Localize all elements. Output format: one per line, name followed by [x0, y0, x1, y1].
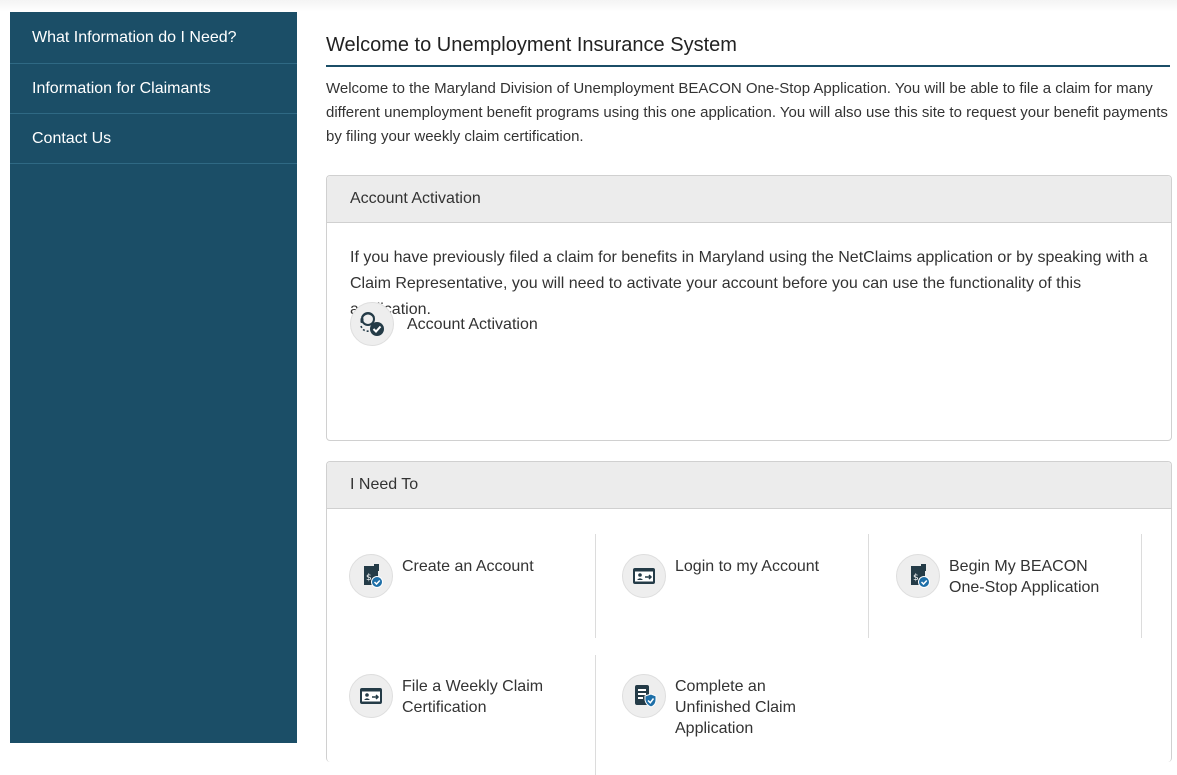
unfinished-claim-icon [622, 674, 666, 718]
create-account-button[interactable]: $ Create an Account [349, 554, 534, 598]
login-label: Login to my Account [675, 558, 820, 575]
weekly-claim-label: File a Weekly Claim Certification [402, 678, 544, 716]
account-activation-label: Account Activation [407, 316, 538, 333]
svg-text:$: $ [366, 573, 372, 583]
login-button[interactable]: Login to my Account [622, 554, 819, 598]
weekly-claim-icon [349, 674, 393, 718]
login-icon [622, 554, 666, 598]
divider [868, 534, 869, 638]
begin-application-button[interactable]: $ Begin My BEACON One-Stop Application [896, 554, 1119, 598]
i-need-to-panel: I Need To $ Create an Account Login to m… [326, 461, 1172, 775]
account-activation-heading: Account Activation [327, 176, 1171, 223]
sidebar-item-what-information[interactable]: What Information do I Need? [10, 12, 297, 64]
intro-text: Welcome to the Maryland Division of Unem… [326, 80, 1168, 145]
begin-application-icon: $ [896, 554, 940, 598]
create-account-label: Create an Account [402, 558, 534, 575]
svg-text:$: $ [913, 573, 919, 583]
weekly-claim-button[interactable]: File a Weekly Claim Certification [349, 674, 562, 718]
i-need-to-heading: I Need To [327, 462, 1171, 509]
account-activation-icon [350, 302, 394, 346]
divider [595, 534, 596, 638]
top-shadow [0, 0, 1177, 12]
divider [595, 655, 596, 775]
begin-application-label: Begin My BEACON One-Stop Application [949, 558, 1100, 596]
account-activation-panel: Account Activation If you have previousl… [326, 175, 1172, 441]
account-activation-link[interactable]: Account Activation [350, 302, 538, 346]
create-account-icon: $ [349, 554, 393, 598]
unfinished-claim-button[interactable]: Complete an Unfinished Claim Application [622, 674, 825, 739]
sidebar: What Information do I Need? Information … [10, 12, 297, 743]
divider [1141, 534, 1142, 638]
main-content: Welcome to Unemployment Insurance System… [326, 12, 1172, 775]
sidebar-item-information-for-claimants[interactable]: Information for Claimants [10, 64, 297, 114]
page-title: Welcome to Unemployment Insurance System [326, 34, 1170, 67]
sidebar-item-contact-us[interactable]: Contact Us [10, 114, 297, 164]
unfinished-claim-label: Complete an Unfinished Claim Application [675, 678, 796, 737]
